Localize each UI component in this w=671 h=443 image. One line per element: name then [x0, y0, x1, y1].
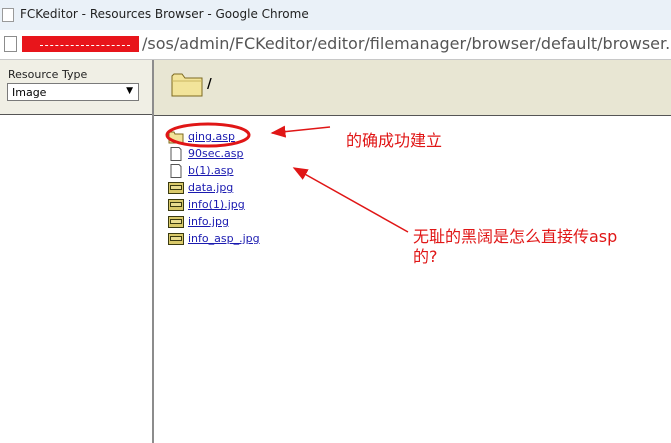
- jpg-icon: [168, 181, 184, 195]
- dropdown-arrow-icon: ▼: [126, 86, 133, 96]
- jpg-icon: [168, 232, 184, 246]
- file-link[interactable]: b(1).asp: [188, 164, 234, 177]
- jpg-icon: [168, 198, 184, 212]
- annotation-text: 的?: [413, 247, 438, 266]
- file-link[interactable]: info(1).jpg: [188, 198, 245, 211]
- resource-type-value: Image: [12, 86, 47, 99]
- window-title: FCKeditor - Resources Browser - Google C…: [20, 7, 309, 21]
- list-item[interactable]: info.jpg: [168, 213, 368, 230]
- list-item[interactable]: data.jpg: [168, 179, 368, 196]
- resource-type-box: Resource Type Image ▼: [0, 60, 152, 115]
- page-icon: [2, 8, 14, 22]
- list-item[interactable]: b(1).asp: [168, 162, 368, 179]
- resource-type-select[interactable]: Image ▼: [7, 83, 139, 101]
- window-titlebar: FCKeditor - Resources Browser - Google C…: [0, 0, 671, 30]
- address-url[interactable]: /sos/admin/FCKeditor/editor/filemanager/…: [142, 34, 671, 53]
- resource-type-label: Resource Type: [8, 68, 88, 81]
- folder-icon: [171, 70, 205, 98]
- jpg-icon: [168, 215, 184, 229]
- file-icon: [168, 146, 184, 161]
- path-bar: /: [154, 60, 671, 116]
- list-item[interactable]: qing.asp: [168, 128, 368, 145]
- current-path: /: [207, 77, 212, 92]
- file-link[interactable]: info_asp_.jpg: [188, 232, 260, 245]
- list-item[interactable]: info_asp_.jpg: [168, 230, 368, 247]
- file-browser-panel: / qing.asp 90sec.asp b(1).asp data.jpg i…: [153, 60, 671, 443]
- address-bar[interactable]: /sos/admin/FCKeditor/editor/filemanager/…: [0, 30, 671, 60]
- file-link[interactable]: 90sec.asp: [188, 147, 244, 160]
- file-link[interactable]: info.jpg: [188, 215, 229, 228]
- redacted-host: [22, 36, 139, 52]
- file-link[interactable]: qing.asp: [188, 130, 235, 143]
- file-link[interactable]: data.jpg: [188, 181, 233, 194]
- document-icon: [4, 36, 17, 52]
- file-icon: [168, 163, 184, 178]
- list-item[interactable]: info(1).jpg: [168, 196, 368, 213]
- folder-icon: [168, 130, 184, 144]
- resource-type-panel: Resource Type Image ▼: [0, 60, 153, 443]
- file-list: qing.asp 90sec.asp b(1).asp data.jpg inf…: [168, 128, 368, 247]
- annotation-text: 无耻的黑阔是怎么直接传asp: [413, 227, 618, 246]
- list-item[interactable]: 90sec.asp: [168, 145, 368, 162]
- annotation-text: 的确成功建立: [346, 131, 443, 150]
